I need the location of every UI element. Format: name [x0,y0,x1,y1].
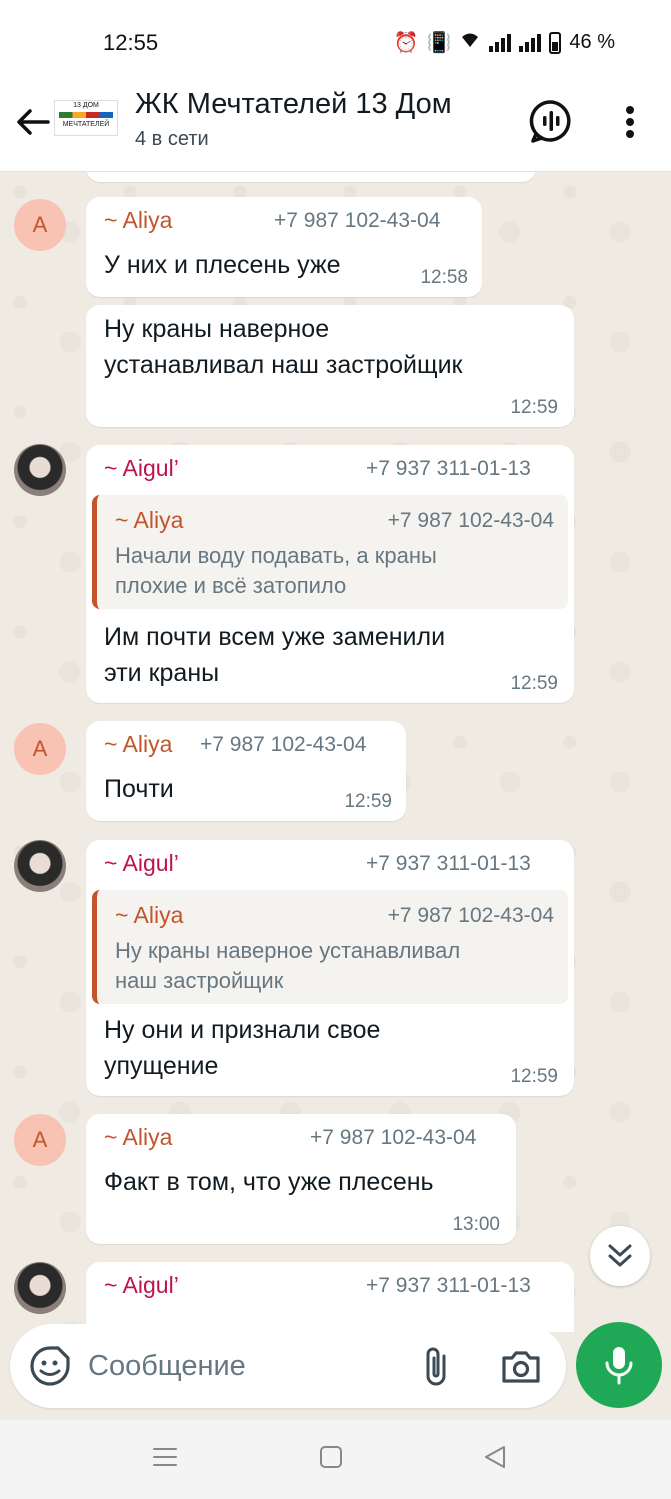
message-bubble[interactable]: ~ Aigul’ +7 937 311-01-13 ~ Aliya +7 987… [86,840,574,1096]
message-time: 12:58 [420,267,468,288]
sender-phone: +7 987 102-43-04 [310,1126,477,1149]
double-chevron-down-icon [608,1244,632,1267]
vibrate-icon: 📳 [426,32,452,54]
quoted-text-line-2: наш застройщик [115,968,284,993]
group-avatar[interactable]: 13 ДОМ МЕЧТАТЕЛЕЙ [54,100,118,136]
sender-phone: +7 987 102-43-04 [274,209,441,232]
message-time: 12:59 [510,673,558,694]
logo-caption: МЕЧТАТЕЛЕЙ [62,121,110,128]
message-text: У них и плесень уже [104,251,341,279]
quoted-sender: ~ Aliya [115,507,184,533]
message-bubble-partial [86,172,536,182]
avatar[interactable] [14,840,66,892]
quoted-sender: ~ Aliya [115,902,184,928]
sender-name[interactable]: ~ Aliya [104,1124,172,1151]
message-bubble[interactable]: ~ Aliya +7 987 102-43-04 Факт в том, что… [86,1114,516,1244]
quoted-text-line-1: Ну краны наверное устанавливал [115,938,461,963]
message-bubble[interactable]: ~ Aigul’ +7 937 311-01-13 ~ Aliya +7 987… [86,445,574,703]
sender-phone: +7 937 311-01-13 [366,852,531,875]
battery-percent: 46 % [569,31,615,53]
message-bubble[interactable]: ~ Aigul’ +7 937 311-01-13 [86,1262,574,1332]
message-text-line-1: Им почти всем уже заменили [104,623,446,651]
sender-phone: +7 937 311-01-13 [366,1274,531,1297]
more-vertical-icon[interactable] [612,100,648,144]
avatar[interactable]: A [14,723,66,775]
message-text-line-2: эти краны [104,659,220,687]
message-text: Почти [104,775,174,803]
message-text-line-2: устанавливал наш застройщик [104,351,463,379]
sender-phone: +7 987 102-43-04 [200,733,367,756]
message-text-line-1: Ну они и признали свое [104,1016,381,1044]
quoted-message[interactable]: ~ Aliya +7 987 102-43-04 Ну краны наверн… [92,890,568,1004]
nav-back-icon[interactable] [480,1444,510,1470]
message-bubble[interactable]: Ну краны наверное устанавливал наш застр… [86,305,574,427]
message-input[interactable] [88,1344,388,1388]
logo-stripe [59,112,113,118]
message-time: 12:59 [510,397,558,418]
message-text-line-2: упущение [104,1052,219,1080]
scroll-to-bottom-button[interactable] [590,1226,650,1286]
sender-name[interactable]: ~ Aliya [104,731,172,758]
voice-message-button[interactable] [576,1322,662,1408]
avatar[interactable] [14,444,66,496]
sender-phone: +7 937 311-01-13 [366,457,531,480]
message-text-line-1: Ну краны наверное [104,315,330,343]
chat-area[interactable]: A ~ Aliya +7 987 102-43-04 У них и плесе… [0,172,671,1332]
system-nav-bar [0,1420,671,1499]
message-bubble[interactable]: ~ Aliya +7 987 102-43-04 Почти 12:59 [86,721,406,821]
message-time: 12:59 [510,1066,558,1087]
quoted-text-line-1: Начали воду подавать, а краны [115,543,437,568]
back-arrow-icon[interactable] [10,100,54,144]
sender-name[interactable]: ~ Aliya [104,207,172,234]
camera-icon[interactable] [498,1344,544,1388]
voice-chat-icon[interactable] [528,98,574,144]
microphone-icon [605,1347,633,1385]
paperclip-icon[interactable] [416,1344,456,1388]
battery-icon [549,31,562,54]
chat-subtitle: 4 в сети [135,128,209,150]
logo-text: 13 ДОМ [73,102,99,109]
wifi-icon [459,31,481,55]
chat-header: 13 ДОМ МЕЧТАТЕЛЕЙ ЖК Мечтателей 13 Дом 4… [0,80,671,172]
sender-name[interactable]: ~ Aigul’ [104,850,179,877]
status-bar: 12:55 ⏰ 📳 46 % [0,0,671,80]
status-time: 12:55 [103,30,159,55]
recent-apps-icon[interactable] [150,1442,180,1472]
quoted-phone: +7 987 102-43-04 [387,509,554,532]
sender-name[interactable]: ~ Aigul’ [104,455,179,482]
status-icons: ⏰ 📳 46 % [394,30,615,55]
emoji-icon[interactable] [28,1344,72,1388]
quoted-phone: +7 987 102-43-04 [387,904,554,927]
signal-icon-2 [519,33,542,52]
avatar[interactable] [14,1262,66,1314]
message-composer [10,1324,566,1408]
message-bubble[interactable]: ~ Aliya +7 987 102-43-04 У них и плесень… [86,197,482,297]
alarm-icon: ⏰ [393,32,419,54]
sender-name[interactable]: ~ Aigul’ [104,1272,179,1299]
message-time: 13:00 [452,1214,500,1235]
message-time: 12:59 [344,791,392,812]
message-text: Факт в том, что уже плесень [104,1168,434,1196]
chat-title[interactable]: ЖК Мечтателей 13 Дом [135,88,452,121]
avatar[interactable]: A [14,1114,66,1166]
signal-icon [489,33,512,52]
home-icon[interactable] [318,1444,344,1470]
quoted-message[interactable]: ~ Aliya +7 987 102-43-04 Начали воду под… [92,495,568,609]
quoted-text-line-2: плохие и всё затопило [115,573,347,598]
avatar[interactable]: A [14,199,66,251]
